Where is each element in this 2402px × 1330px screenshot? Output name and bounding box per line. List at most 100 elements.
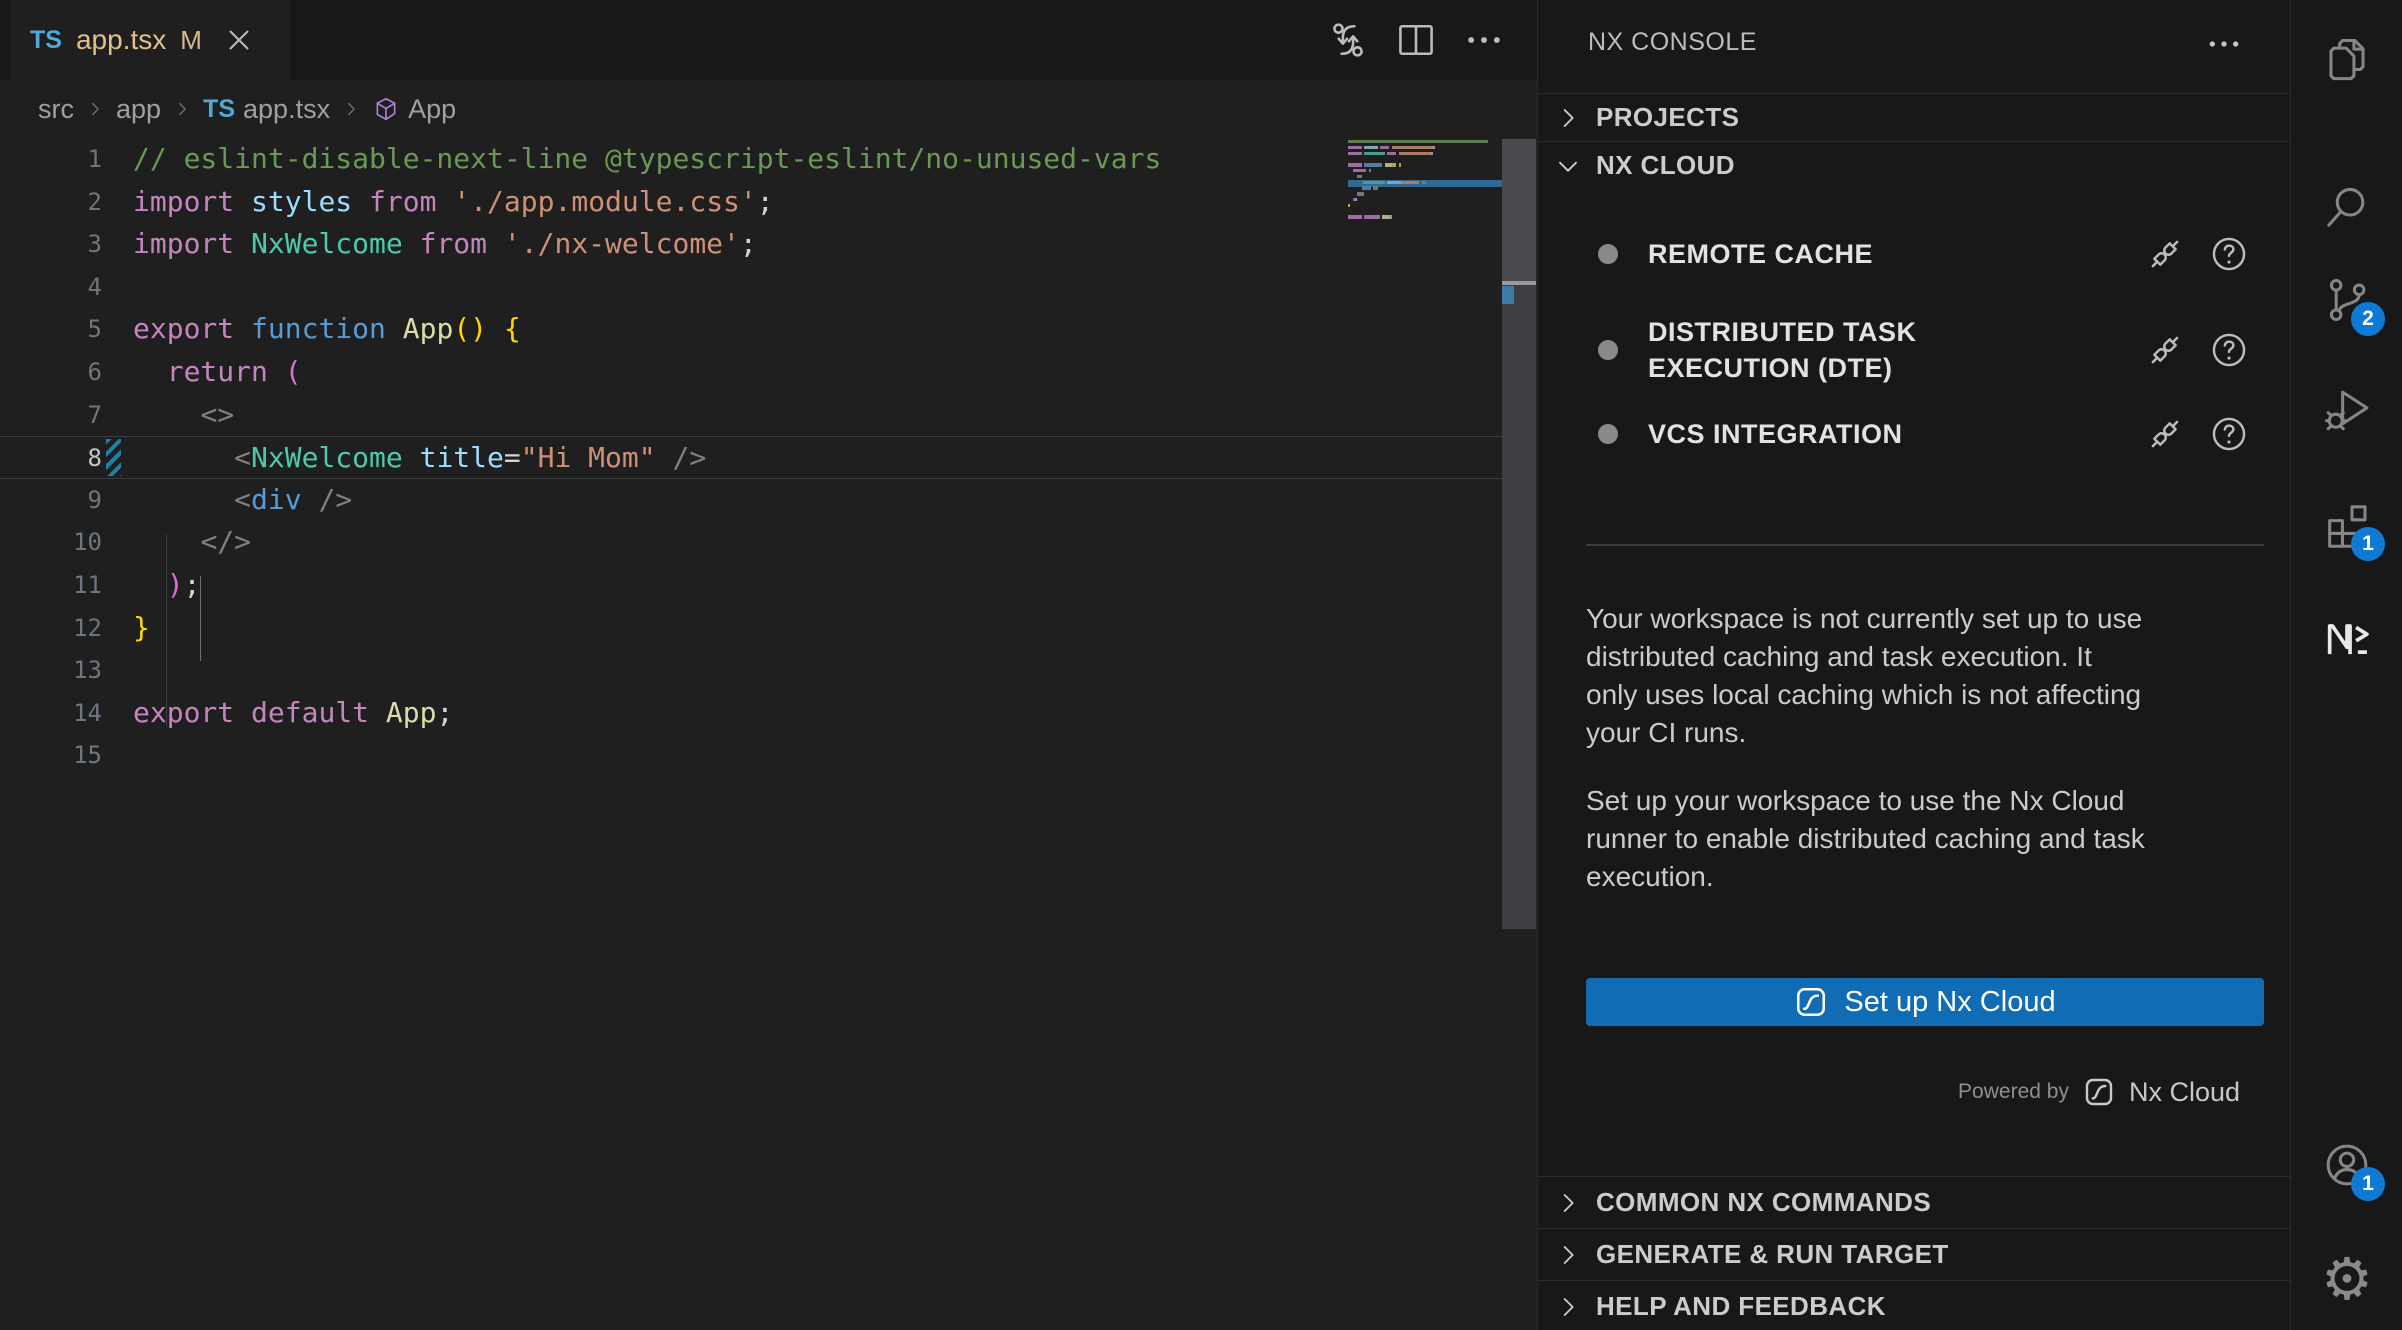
- help-icon[interactable]: [2208, 413, 2250, 455]
- minimap-line: [1348, 204, 1350, 207]
- code-line[interactable]: 12}: [0, 607, 1502, 650]
- code-token: from: [420, 227, 487, 260]
- section-label: GENERATE & RUN TARGET: [1596, 1239, 1949, 1270]
- line-number: 15: [0, 734, 102, 777]
- code-line[interactable]: 5export function App() {: [0, 308, 1502, 351]
- minimap-line: [1348, 181, 1426, 184]
- section-generate-run-target[interactable]: GENERATE & RUN TARGET: [1538, 1228, 2290, 1280]
- code-editor[interactable]: 1// eslint-disable-next-line @typescript…: [0, 138, 1537, 1330]
- breadcrumb-label: app: [116, 94, 161, 125]
- activitybar-settings-gear[interactable]: ⚙: [2321, 1254, 2373, 1306]
- breadcrumb-item[interactable]: src: [38, 94, 74, 125]
- code-token: NxWelcome: [251, 227, 403, 260]
- line-number: 2: [0, 181, 102, 224]
- chevron-right-icon: [1552, 1291, 1584, 1323]
- git-modified-gutter-mark: [106, 439, 121, 476]
- code-line[interactable]: 7 <>: [0, 394, 1502, 437]
- line-number: 8: [0, 437, 102, 480]
- section-nx-cloud[interactable]: NX CLOUD: [1538, 141, 2290, 189]
- code-token: export: [133, 696, 234, 729]
- split-editor-icon[interactable]: [1394, 18, 1438, 62]
- cloud-feature-row: DISTRIBUTED TASKEXECUTION (DTE): [1598, 300, 2250, 400]
- activitybar-extensions[interactable]: 1: [2321, 499, 2373, 551]
- section-label: COMMON NX COMMANDS: [1596, 1187, 1931, 1218]
- more-actions-icon[interactable]: [1462, 18, 1506, 62]
- code-token: './nx-welcome': [504, 227, 740, 260]
- code-token: [487, 312, 504, 345]
- nx-cloud-brand-label[interactable]: Nx Cloud: [2129, 1077, 2240, 1108]
- activitybar-account[interactable]: 1: [2321, 1139, 2373, 1191]
- code-token: [133, 441, 234, 474]
- breadcrumb-item[interactable]: TSapp.tsx: [203, 94, 330, 125]
- setup-nx-cloud-button[interactable]: Set up Nx Cloud: [1586, 978, 2264, 1026]
- feature-actions: [2144, 413, 2250, 455]
- code-token: [656, 441, 673, 474]
- connect-icon[interactable]: [2144, 329, 2186, 371]
- close-tab-icon[interactable]: [222, 23, 256, 57]
- code-line[interactable]: 14export default App;: [0, 692, 1502, 735]
- tab-strip: TS app.tsx M: [0, 0, 1537, 80]
- code-line[interactable]: 9 <div />: [0, 479, 1502, 522]
- code-token: title: [420, 441, 504, 474]
- indent-guide-active: [200, 576, 201, 661]
- activitybar-files[interactable]: [2321, 34, 2373, 86]
- code-token: <: [234, 441, 251, 474]
- activitybar-source-control[interactable]: 2: [2321, 274, 2373, 326]
- code-line[interactable]: 8 <NxWelcome title="Hi Mom" />: [0, 436, 1502, 479]
- code-token: [234, 185, 251, 218]
- tab-app-tsx[interactable]: TS app.tsx M: [10, 0, 290, 80]
- code-token: function: [251, 312, 386, 345]
- breadcrumb-item[interactable]: App: [372, 94, 456, 125]
- minimap-line: [1348, 186, 1378, 189]
- activity-bar: 211⚙: [2290, 0, 2402, 1330]
- code-line[interactable]: 13: [0, 649, 1502, 692]
- connect-icon[interactable]: [2144, 233, 2186, 275]
- git-modified-badge: M: [180, 25, 202, 56]
- code-line[interactable]: 4: [0, 266, 1502, 309]
- code-token: [133, 483, 234, 516]
- line-number: 6: [0, 351, 102, 394]
- code-token: =: [504, 441, 521, 474]
- code-token: // eslint-disable-next-line @typescript-…: [133, 142, 1161, 175]
- panel-more-icon[interactable]: [2204, 24, 2244, 64]
- section-help-and-feedback[interactable]: HELP AND FEEDBACK: [1538, 1280, 2290, 1330]
- connect-icon[interactable]: [2144, 413, 2186, 455]
- minimap[interactable]: [1348, 140, 1502, 250]
- panel-header: NX CONSOLE: [1538, 0, 2290, 88]
- breadcrumb-item[interactable]: app: [116, 94, 161, 125]
- activitybar-nx-console[interactable]: [2321, 614, 2373, 666]
- code-line[interactable]: 1// eslint-disable-next-line @typescript…: [0, 138, 1502, 181]
- section-common-nx-commands[interactable]: COMMON NX COMMANDS: [1538, 1176, 2290, 1228]
- code-line[interactable]: 15: [0, 734, 1502, 777]
- code-token: {: [504, 312, 521, 345]
- code-token: <: [234, 483, 251, 516]
- code-line[interactable]: 10 </>: [0, 521, 1502, 564]
- code-line[interactable]: 3import NxWelcome from './nx-welcome';: [0, 223, 1502, 266]
- code-line[interactable]: 6 return (: [0, 351, 1502, 394]
- code-token: [133, 398, 200, 431]
- code-token: default: [251, 696, 369, 729]
- editor-scrollbar[interactable]: [1502, 139, 1536, 929]
- code-token: styles: [251, 185, 352, 218]
- activitybar-search[interactable]: [2321, 181, 2373, 233]
- badge-count: 1: [2351, 527, 2385, 561]
- code-token: import: [133, 227, 234, 260]
- code-line[interactable]: 11 );: [0, 564, 1502, 607]
- help-icon[interactable]: [2208, 233, 2250, 275]
- code-token: div: [251, 483, 302, 516]
- nx-cloud-icon: [1794, 985, 1828, 1019]
- setup-button-label: Set up Nx Cloud: [1844, 986, 2055, 1019]
- code-token: export: [133, 312, 234, 345]
- chevron-down-icon: [1552, 150, 1584, 182]
- open-changes-icon[interactable]: [1326, 18, 1370, 62]
- minimap-line: [1348, 198, 1357, 201]
- section-label: HELP AND FEEDBACK: [1596, 1291, 1886, 1322]
- typescript-file-icon: TS: [203, 95, 235, 124]
- code-token: ): [167, 568, 184, 601]
- activitybar-run-debug[interactable]: [2321, 383, 2373, 435]
- section-projects[interactable]: PROJECTS: [1538, 93, 2290, 141]
- code-token: [234, 227, 251, 260]
- help-icon[interactable]: [2208, 329, 2250, 371]
- code-token: ;: [757, 185, 774, 218]
- code-line[interactable]: 2import styles from './app.module.css';: [0, 181, 1502, 224]
